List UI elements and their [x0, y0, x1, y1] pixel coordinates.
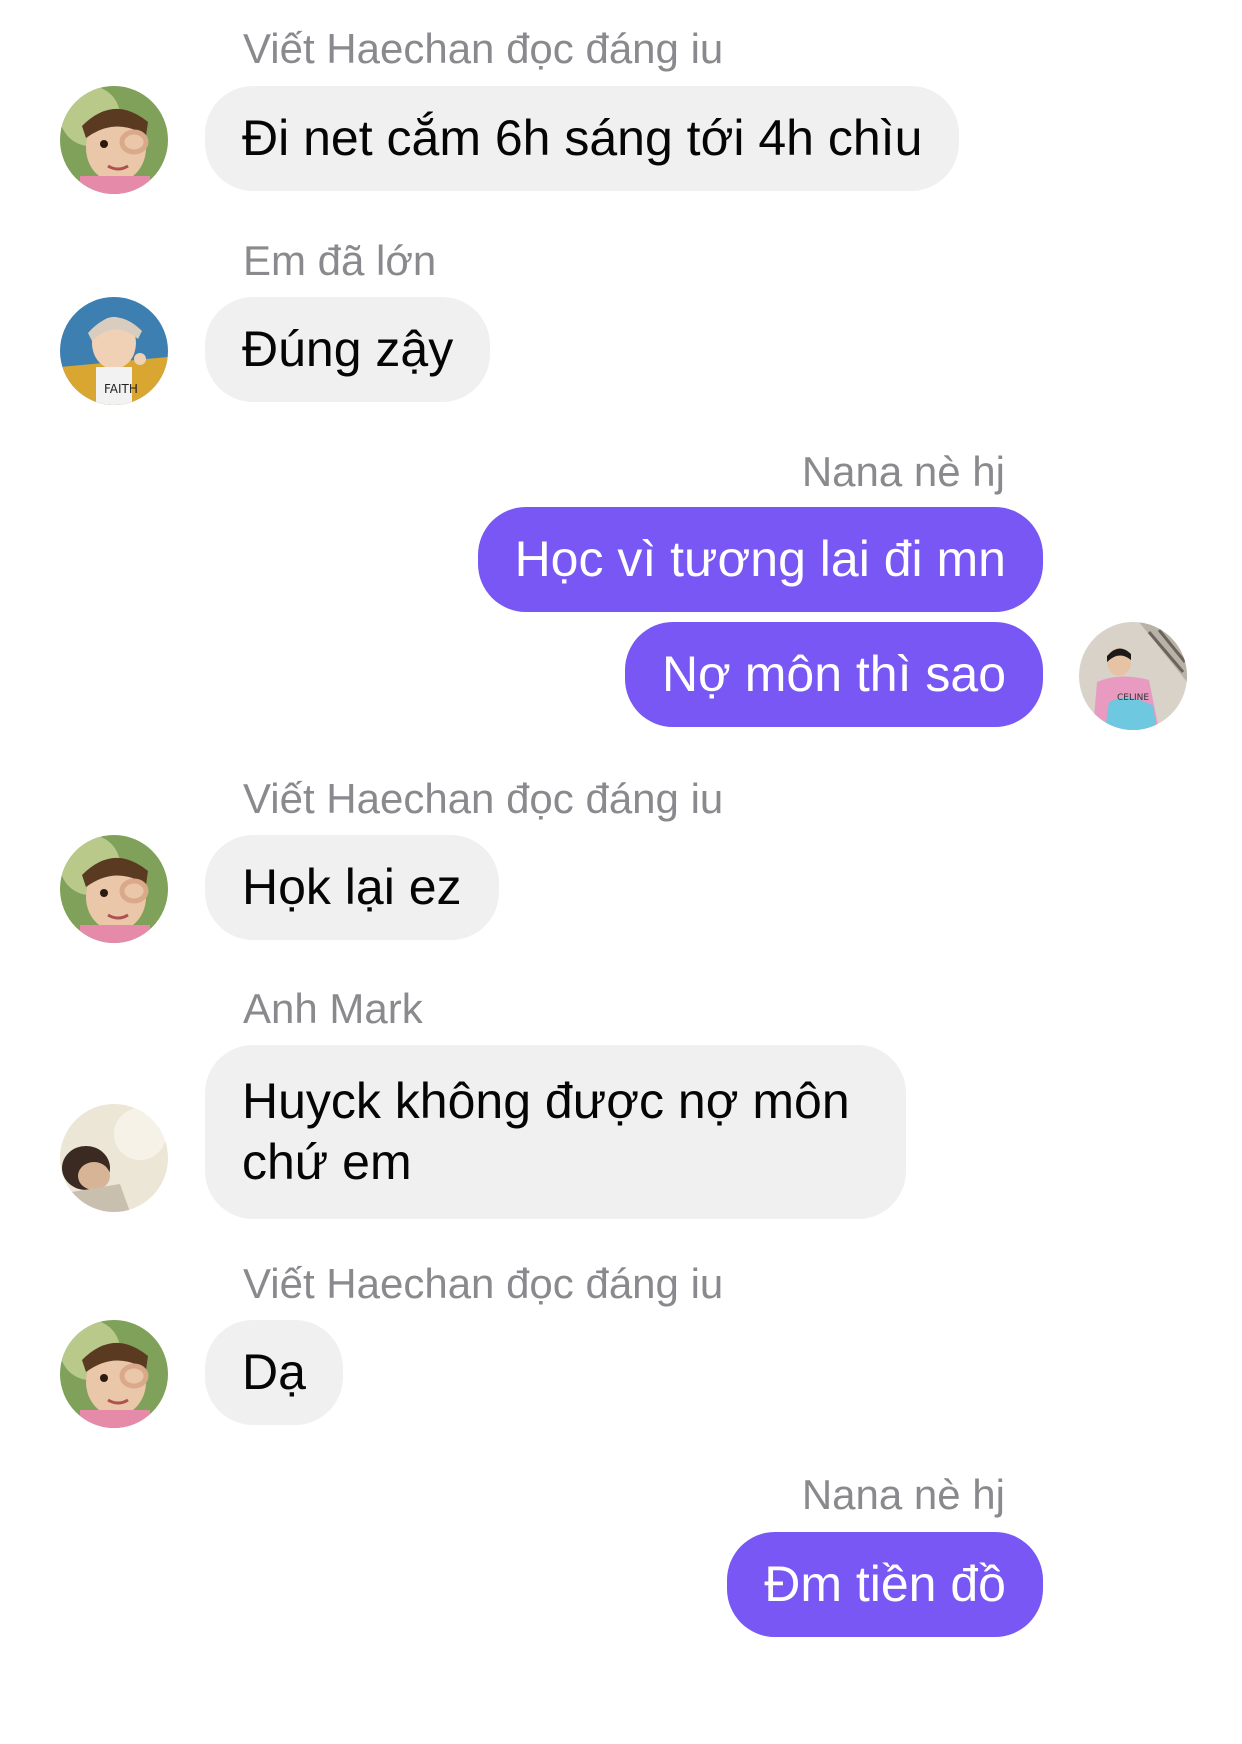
haechan-avatar[interactable]	[60, 1320, 168, 1428]
mark-avatar[interactable]	[60, 1104, 168, 1212]
haechan-avatar[interactable]	[60, 86, 168, 194]
chat-thread: Viết Haechan đọc đáng iu Đi net cắm 6h s…	[0, 0, 1242, 1744]
message-bubble-outgoing[interactable]: Đm tiền đồ	[727, 1532, 1043, 1637]
svg-text:CELINE: CELINE	[1117, 693, 1149, 703]
sender-name: Anh Mark	[243, 985, 423, 1032]
nana-avatar[interactable]: CELINE	[1079, 622, 1187, 730]
svg-text:FAITH: FAITH	[104, 382, 138, 396]
sender-name: Viết Haechan đọc đáng iu	[243, 775, 724, 822]
message-bubble[interactable]: Họk lại ez	[205, 835, 499, 940]
haechan-avatar[interactable]	[60, 835, 168, 943]
message-bubble[interactable]: Dạ	[205, 1320, 343, 1425]
sender-name: Viết Haechan đọc đáng iu	[243, 1260, 724, 1307]
sender-name: Nana nè hj	[801, 1471, 1005, 1518]
message-bubble-outgoing[interactable]: Học vì tương lai đi mn	[477, 507, 1043, 612]
message-bubble[interactable]: Đi net cắm 6h sáng tới 4h chìu	[205, 86, 960, 191]
message-bubble-outgoing[interactable]: Nợ môn thì sao	[624, 622, 1043, 727]
sender-name: Viết Haechan đọc đáng iu	[243, 25, 724, 72]
sender-name: Nana nè hj	[801, 448, 1005, 495]
message-bubble[interactable]: Huyck không được nợ môn chứ em	[205, 1045, 906, 1219]
em-da-lon-avatar[interactable]: FAITH	[60, 297, 168, 405]
sender-name: Em đã lớn	[243, 237, 437, 284]
message-bubble[interactable]: Đúng zậy	[205, 297, 491, 402]
